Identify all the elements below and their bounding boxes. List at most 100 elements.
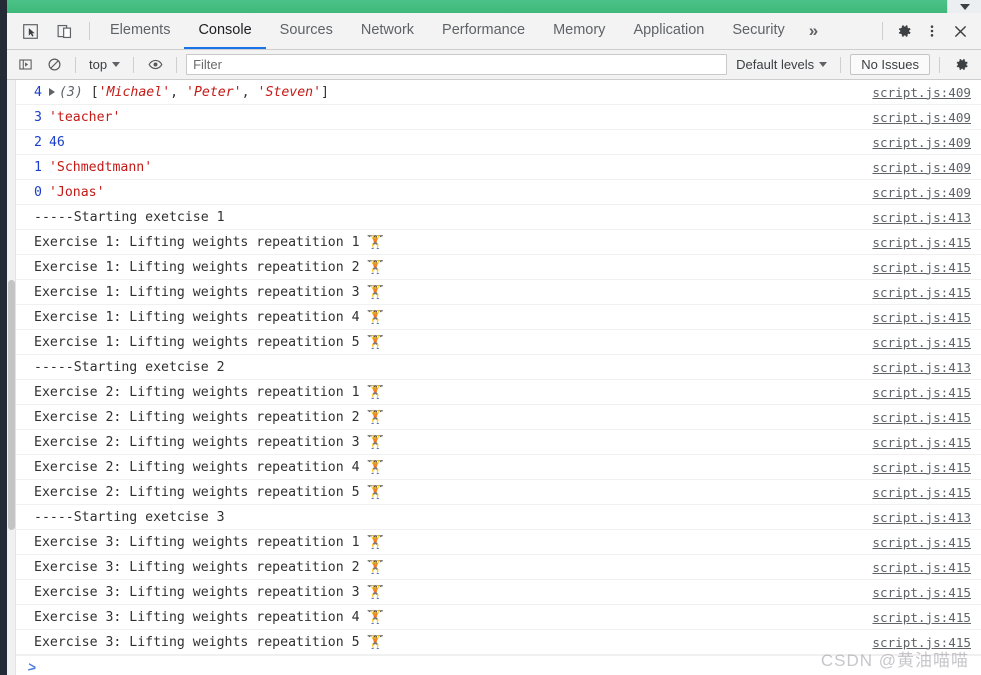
inspect-element-icon[interactable]	[17, 18, 43, 44]
source-link[interactable]: script.js:415	[863, 310, 971, 325]
weightlifter-emoji-icon: 🏋	[366, 634, 384, 650]
source-link[interactable]: script.js:415	[863, 335, 971, 350]
console-message-text: 1 'Schmedtmann'	[34, 160, 863, 175]
source-link[interactable]: script.js:413	[863, 510, 971, 525]
console-message-row[interactable]: Exercise 3: Lifting weights repeatition …	[16, 580, 981, 605]
console-message-row[interactable]: 0 'Jonas' script.js:409	[16, 180, 981, 205]
console-message-row[interactable]: 3 'teacher' script.js:409	[16, 105, 981, 130]
source-link[interactable]: script.js:415	[863, 435, 971, 450]
console-scrollbar[interactable]	[7, 80, 16, 675]
console-message-row[interactable]: Exercise 2: Lifting weights repeatition …	[16, 480, 981, 505]
message-value: Exercise 1: Lifting weights repeatition …	[34, 334, 360, 350]
tab-performance[interactable]: Performance	[428, 13, 539, 49]
weightlifter-emoji-icon: 🏋	[366, 334, 384, 350]
console-message-row[interactable]: -----Starting exetcise 1 script.js:413	[16, 205, 981, 230]
source-link[interactable]: script.js:415	[863, 410, 971, 425]
source-link[interactable]: script.js:415	[863, 485, 971, 500]
console-message-row[interactable]: Exercise 3: Lifting weights repeatition …	[16, 555, 981, 580]
source-link[interactable]: script.js:415	[863, 635, 971, 650]
kebab-menu-icon[interactable]	[919, 18, 945, 44]
source-link[interactable]: script.js:415	[863, 585, 971, 600]
console-prompt[interactable]: >	[16, 655, 981, 675]
source-link[interactable]: script.js:415	[863, 260, 971, 275]
weightlifter-emoji-icon: 🏋	[366, 484, 384, 500]
console-message-row[interactable]: Exercise 1: Lifting weights repeatition …	[16, 280, 981, 305]
tab-security[interactable]: Security	[718, 13, 798, 49]
log-levels-selector[interactable]: Default levels	[732, 57, 831, 72]
tab-console[interactable]: Console	[184, 13, 266, 49]
array-close-bracket: ]	[321, 84, 329, 100]
tab-application[interactable]: Application	[619, 13, 718, 49]
page-dropdown-button[interactable]	[947, 0, 981, 13]
device-toolbar-icon[interactable]	[51, 18, 77, 44]
message-index: 3	[34, 109, 42, 125]
more-tabs-button[interactable]: »	[799, 13, 828, 49]
console-message-row[interactable]: Exercise 2: Lifting weights repeatition …	[16, 380, 981, 405]
console-message-row[interactable]: Exercise 3: Lifting weights repeatition …	[16, 605, 981, 630]
page-green-header	[7, 0, 947, 13]
tab-network[interactable]: Network	[347, 13, 428, 49]
tab-sources[interactable]: Sources	[266, 13, 347, 49]
source-link[interactable]: script.js:415	[863, 535, 971, 550]
source-link[interactable]: script.js:415	[863, 235, 971, 250]
source-link[interactable]: script.js:413	[863, 210, 971, 225]
expand-triangle-icon[interactable]	[48, 88, 55, 96]
source-link[interactable]: script.js:409	[863, 110, 971, 125]
console-message-row[interactable]: Exercise 1: Lifting weights repeatition …	[16, 255, 981, 280]
close-icon[interactable]	[947, 18, 973, 44]
weightlifter-emoji-icon: 🏋	[366, 259, 384, 275]
devtools-tabbar: Elements Console Sources Network Perform…	[7, 13, 981, 50]
source-link[interactable]: script.js:415	[863, 610, 971, 625]
gear-icon[interactable]	[891, 18, 917, 44]
console-message-text: Exercise 3: Lifting weights repeatition …	[34, 560, 863, 575]
source-link[interactable]: script.js:415	[863, 460, 971, 475]
execution-context-selector[interactable]: top	[85, 57, 124, 72]
tab-memory[interactable]: Memory	[539, 13, 619, 49]
gear-icon[interactable]	[949, 54, 973, 76]
weightlifter-emoji-icon: 🏋	[366, 609, 384, 625]
console-message-row[interactable]: -----Starting exetcise 3 script.js:413	[16, 505, 981, 530]
console-message-row[interactable]: Exercise 3: Lifting weights repeatition …	[16, 630, 981, 655]
console-message-row[interactable]: -----Starting exetcise 2 script.js:413	[16, 355, 981, 380]
console-message-text: Exercise 2: Lifting weights repeatition …	[34, 485, 863, 500]
caret-down-icon	[959, 3, 970, 10]
array-item: 'Michael'	[98, 84, 171, 100]
chevron-down-icon	[112, 62, 121, 67]
source-link[interactable]: script.js:415	[863, 285, 971, 300]
source-link[interactable]: script.js:415	[863, 385, 971, 400]
toolbar-divider-4	[840, 56, 842, 73]
console-message-row[interactable]: Exercise 2: Lifting weights repeatition …	[16, 430, 981, 455]
filter-input[interactable]	[186, 54, 728, 75]
console-message-row[interactable]: Exercise 3: Lifting weights repeatition …	[16, 530, 981, 555]
source-link[interactable]: script.js:415	[863, 560, 971, 575]
source-link[interactable]: script.js:409	[863, 160, 971, 175]
console-message-text: -----Starting exetcise 1	[34, 210, 863, 225]
tab-elements[interactable]: Elements	[96, 13, 184, 49]
console-message-row[interactable]: 1 'Schmedtmann' script.js:409	[16, 155, 981, 180]
console-message-row[interactable]: Exercise 1: Lifting weights repeatition …	[16, 305, 981, 330]
console-message-row[interactable]: 4 (3) ['Michael', 'Peter', 'Steven'] scrip…	[16, 80, 981, 105]
source-link[interactable]: script.js:409	[863, 85, 971, 100]
message-index: 0	[34, 184, 42, 200]
weightlifter-emoji-icon: 🏋	[366, 409, 384, 425]
scrollbar-thumb[interactable]	[8, 280, 15, 530]
source-link[interactable]: script.js:409	[863, 185, 971, 200]
console-message-row[interactable]: Exercise 1: Lifting weights repeatition …	[16, 330, 981, 355]
console-sidebar-icon[interactable]	[13, 54, 37, 76]
clear-console-icon[interactable]	[42, 54, 66, 76]
message-value: -----Starting exetcise 1	[34, 209, 225, 225]
console-message-row[interactable]: Exercise 2: Lifting weights repeatition …	[16, 405, 981, 430]
console-message-row[interactable]: 2 46 script.js:409	[16, 130, 981, 155]
live-expression-icon[interactable]	[143, 54, 167, 76]
console-message-row[interactable]: Exercise 2: Lifting weights repeatition …	[16, 455, 981, 480]
console-message-row[interactable]: Exercise 1: Lifting weights repeatition …	[16, 230, 981, 255]
source-link[interactable]: script.js:413	[863, 360, 971, 375]
devtools-window: Elements Console Sources Network Perform…	[0, 0, 981, 675]
source-link[interactable]: script.js:409	[863, 135, 971, 150]
weightlifter-emoji-icon: 🏋	[366, 234, 384, 250]
console-message-list: 4 (3) ['Michael', 'Peter', 'Steven'] scrip…	[16, 80, 981, 675]
no-issues-button[interactable]: No Issues	[850, 54, 930, 75]
weightlifter-emoji-icon: 🏋	[366, 284, 384, 300]
message-value: -----Starting exetcise 2	[34, 359, 225, 375]
console-message-text: Exercise 3: Lifting weights repeatition …	[34, 610, 863, 625]
